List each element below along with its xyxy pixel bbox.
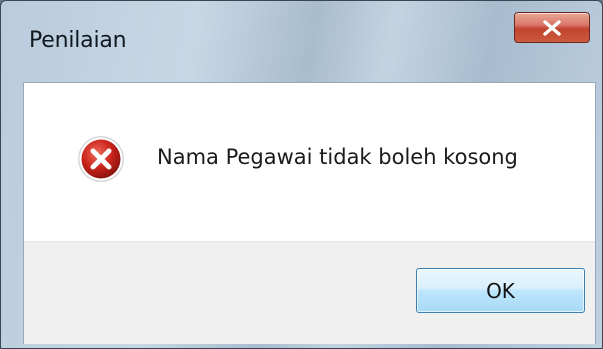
dialog-client-area: Nama Pegawai tidak boleh kosong OK [23,82,596,344]
window-title: Penilaian [29,28,127,53]
close-button[interactable] [514,12,590,43]
ok-button[interactable]: OK [416,268,585,313]
error-message: Nama Pegawai tidak boleh kosong [157,145,518,169]
close-icon [543,20,561,36]
message-area: Nama Pegawai tidak boleh kosong [24,83,595,241]
dialog-window: Penilaian Nama Pegawai tidak boleh koson… [0,0,603,349]
button-area: OK [24,241,595,344]
title-bar[interactable]: Penilaian [1,1,602,79]
error-icon [78,136,124,182]
